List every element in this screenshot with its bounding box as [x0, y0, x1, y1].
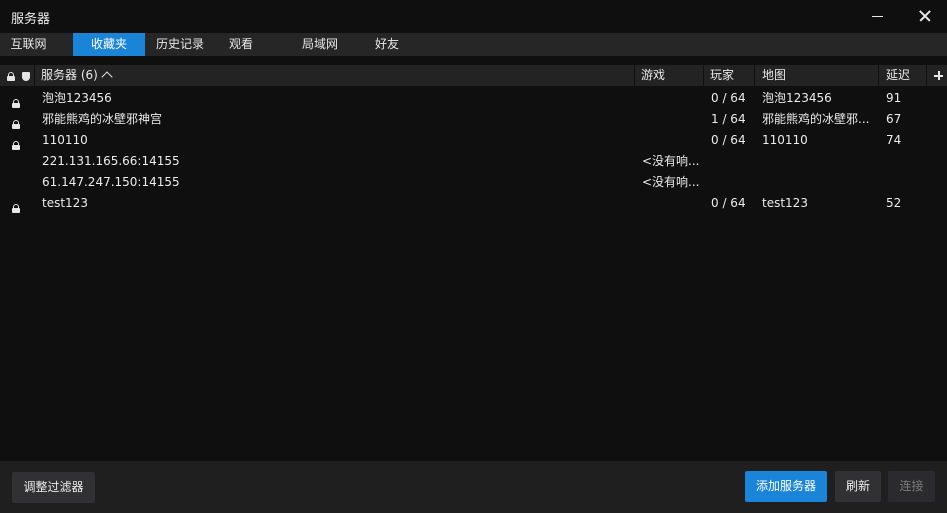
connect-button[interactable]: 连接: [888, 471, 935, 502]
table-row[interactable]: 邪能熊鸡的冰壁邪神宫 1 / 64 邪能熊鸡的冰壁邪... 67: [0, 109, 947, 130]
secure-column-header[interactable]: [22, 70, 30, 84]
server-map: test123: [762, 196, 808, 210]
server-map: 邪能熊鸡的冰壁邪...: [762, 112, 870, 126]
server-players: 0 / 64: [711, 196, 746, 210]
server-latency: 52: [886, 196, 902, 210]
server-name: 邪能熊鸡的冰壁邪神宫: [42, 112, 163, 126]
add-server-button[interactable]: 添加服务器: [745, 471, 827, 502]
tab-lan[interactable]: 局域网: [292, 33, 348, 56]
tab-history[interactable]: 历史记录: [148, 33, 212, 56]
server-players: 0 / 64: [711, 91, 746, 105]
game-column-header[interactable]: 游戏: [641, 65, 665, 86]
lock-icon: [7, 72, 15, 81]
tab-friends[interactable]: 好友: [366, 33, 408, 56]
server-name: 221.131.165.66:14155: [42, 154, 180, 168]
table-row[interactable]: test123 0 / 64 test123 52: [0, 193, 947, 214]
table-row[interactable]: 61.147.247.150:14155 <没有响...: [0, 172, 947, 193]
server-map: 110110: [762, 133, 808, 147]
tab-internet[interactable]: 互联网: [0, 33, 57, 56]
server-name: 61.147.247.150:14155: [42, 175, 180, 189]
map-column-header[interactable]: 地图: [762, 65, 786, 86]
shield-icon: [22, 72, 30, 81]
server-latency: 67: [886, 112, 902, 126]
password-column-header[interactable]: [7, 70, 15, 84]
column-header: 服务器 (6) 游戏 玩家 地图 延迟: [0, 65, 947, 86]
latency-column-header[interactable]: 延迟: [886, 65, 910, 86]
server-name: test123: [42, 196, 88, 210]
lock-icon: [12, 199, 20, 220]
tab-spectate[interactable]: 观看: [220, 33, 262, 56]
servers-column-header[interactable]: 服务器 (6): [41, 65, 113, 86]
title-bar[interactable]: 服务器: [0, 0, 947, 32]
tab-favorites[interactable]: 收藏夹: [73, 33, 145, 56]
server-game: <没有响...: [642, 175, 700, 189]
server-name: 110110: [42, 133, 88, 147]
close-icon[interactable]: [913, 6, 937, 26]
tab-bar: 互联网 收藏夹 历史记录 观看 局域网 好友: [0, 33, 947, 56]
window-title: 服务器: [11, 12, 51, 27]
table-row[interactable]: 110110 0 / 64 110110 74: [0, 130, 947, 151]
players-column-header[interactable]: 玩家: [710, 65, 734, 86]
servers-column-label: 服务器 (6): [41, 68, 98, 82]
footer-bar: 调整过滤器 添加服务器 刷新 连接: [0, 461, 947, 513]
server-browser-window: 服务器 互联网 收藏夹 历史记录 观看 局域网 好友 服务器 (6) 游戏 玩家…: [0, 0, 947, 513]
table-row[interactable]: 泡泡123456 0 / 64 泡泡123456 91: [0, 88, 947, 109]
server-name: 泡泡123456: [42, 91, 112, 105]
change-filters-button[interactable]: 调整过滤器: [12, 472, 95, 503]
refresh-button[interactable]: 刷新: [835, 471, 881, 502]
table-row[interactable]: 221.131.165.66:14155 <没有响...: [0, 151, 947, 172]
sort-ascending-icon: [101, 71, 113, 83]
server-list: 泡泡123456 0 / 64 泡泡123456 91 邪能熊鸡的冰壁邪神宫 1…: [0, 88, 947, 214]
server-players: 1 / 64: [711, 112, 746, 126]
server-game: <没有响...: [642, 154, 700, 168]
server-map: 泡泡123456: [762, 91, 832, 105]
server-latency: 74: [886, 133, 902, 147]
minimize-icon[interactable]: [866, 6, 890, 26]
server-latency: 91: [886, 91, 902, 105]
server-players: 0 / 64: [711, 133, 746, 147]
add-column-icon[interactable]: [933, 65, 943, 86]
